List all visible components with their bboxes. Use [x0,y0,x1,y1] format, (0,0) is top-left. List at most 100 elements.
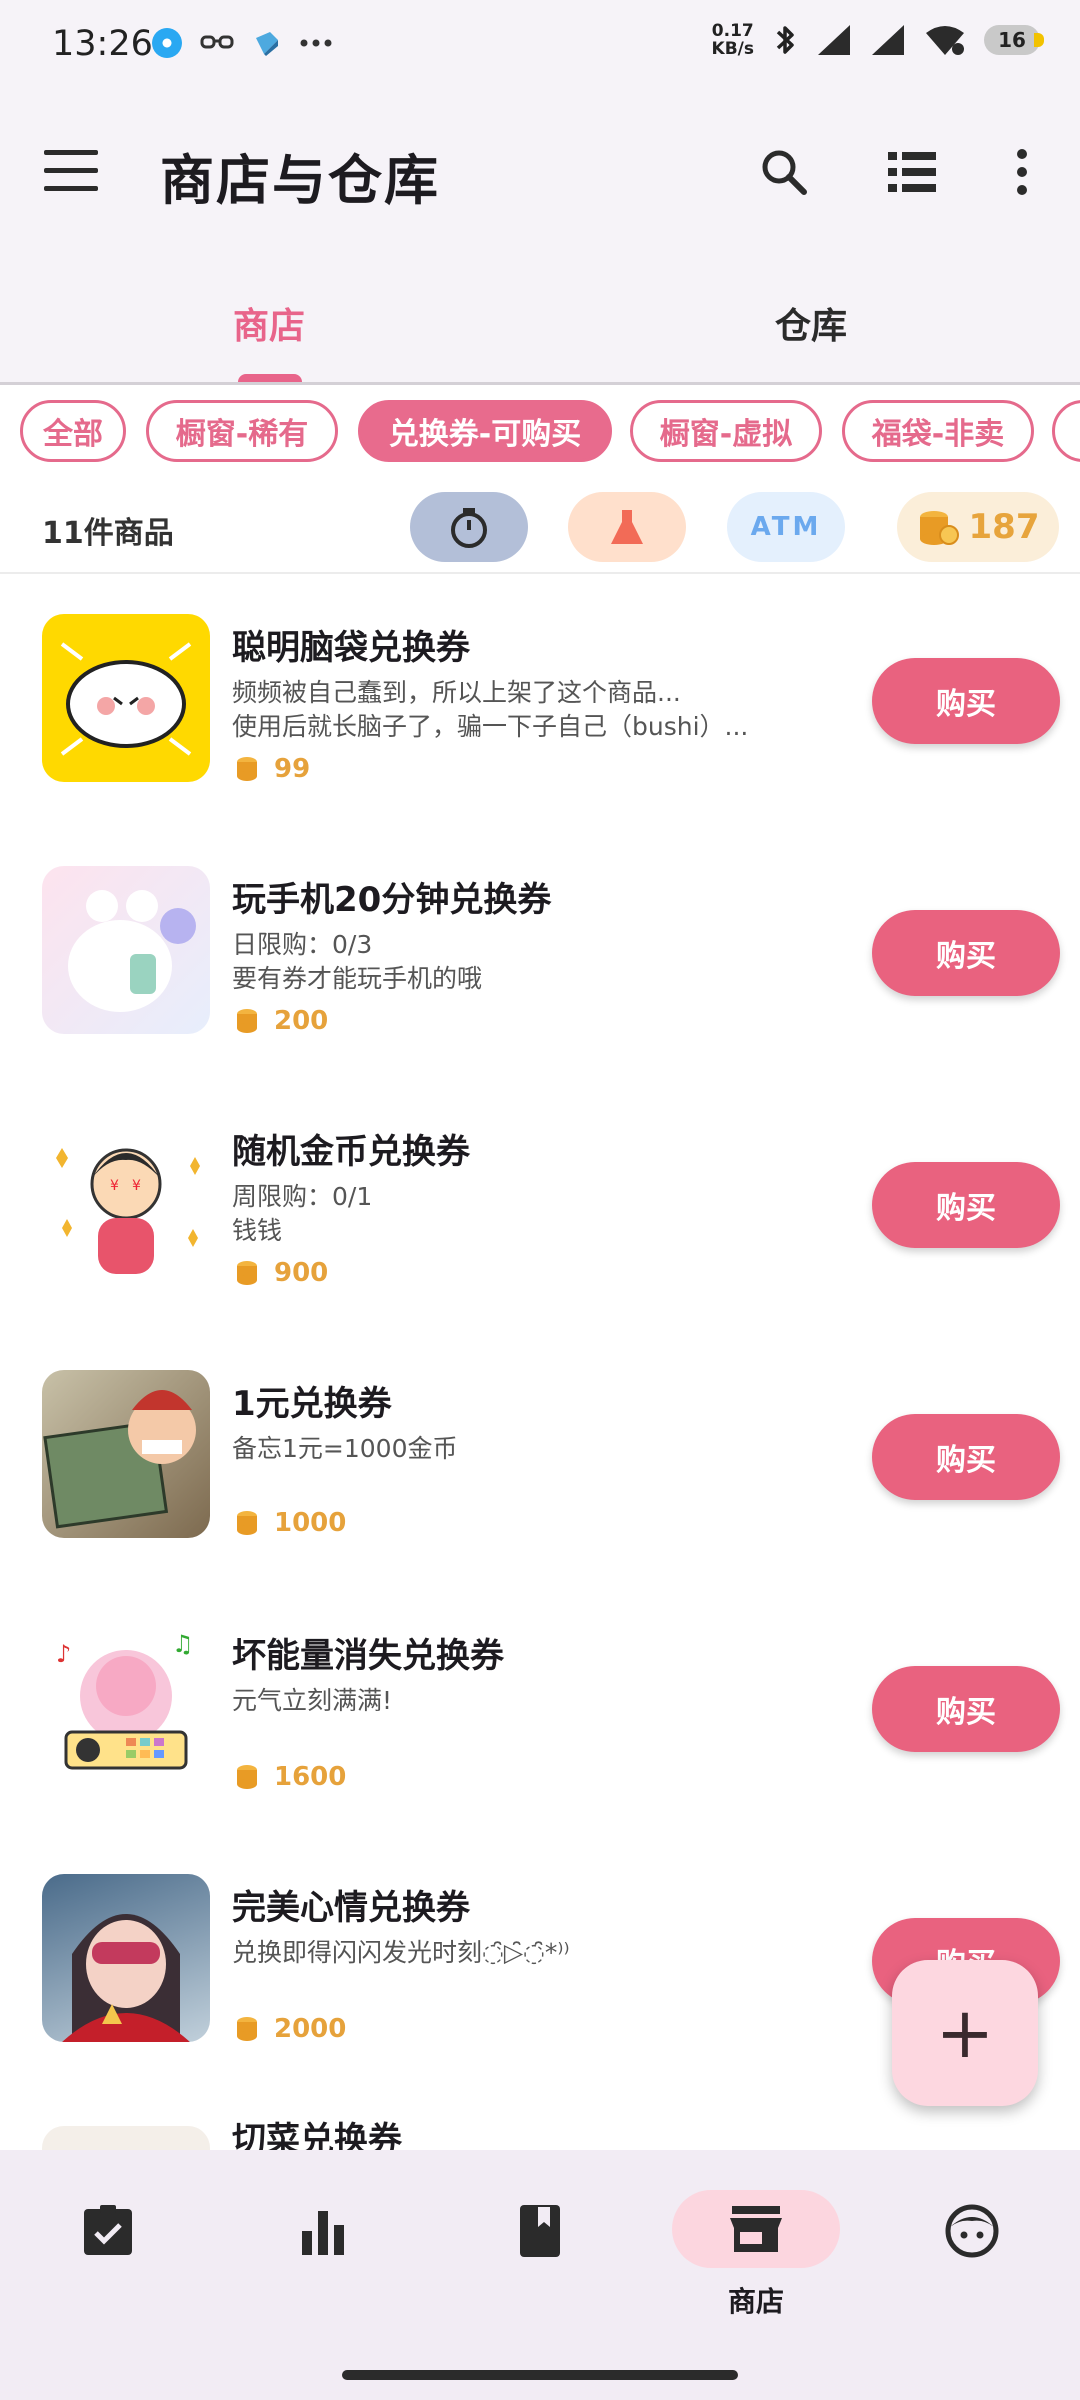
nav-item-profile[interactable] [864,2190,1080,2320]
store-icon [730,2206,782,2252]
menu-icon[interactable] [44,150,98,194]
net-speed-value: 0.17 [711,21,754,41]
tab-warehouse[interactable]: 仓库 [775,297,847,349]
chip-showcase-virtual[interactable]: 橱窗-虚拟 [630,400,822,462]
more-notifications-icon [300,39,332,47]
product-price: 1000 [234,1508,346,1538]
status-bar: 13:26 0.17 KB/s 16 [0,0,1080,92]
description-line: 日限购：0/3 [232,930,373,959]
svg-text:¥: ¥ [110,1178,119,1194]
price-value: 1600 [274,1762,347,1792]
tab-bar: 商店 仓库 [0,252,1080,385]
page-title: 商店与仓库 [160,149,440,212]
product-name: 玩手机20分钟兑换券 [232,880,552,920]
list-item[interactable]: 聪明脑袋兑换券 频频被自己蠢到，所以上架了这个商品... 使用后就长脑子了，骗一下… [0,574,1080,826]
add-fab-button[interactable]: + [892,1960,1038,2106]
nav-item-tasks[interactable] [0,2190,216,2320]
wifi-icon [926,26,964,55]
chip-all[interactable]: 全部 [20,400,126,462]
buy-button[interactable]: 购买 [872,910,1060,996]
coin-icon [237,757,257,781]
price-value: 200 [274,1006,329,1036]
buy-button[interactable]: 购买 [872,1666,1060,1752]
signal-icon [818,25,850,55]
more-vert-icon[interactable] [1006,144,1062,200]
product-price: 2000 [234,2014,346,2044]
list-item[interactable]: ¥ ¥ 随机金币兑换券 周限购：0/1 钱钱 900 购买 [0,1078,1080,1330]
nav-item-stats[interactable] [216,2190,432,2320]
product-thumbnail: ♪ ♫ [42,1622,210,1790]
chip-showcase-rare[interactable]: 橱窗-稀有 [146,400,338,462]
product-thumbnail [42,614,210,782]
notification-icons [152,28,332,58]
nav-label: 商店 [727,2285,784,2318]
nav-pill [24,2190,192,2272]
task-check-icon [84,2205,132,2255]
coin-icon [237,1009,257,1033]
app-bar: 商店与仓库 [0,92,1080,252]
net-speed: 0.17 KB/s [712,22,754,58]
svg-text:¥: ¥ [132,1178,141,1194]
coin-balance[interactable]: 187 [897,492,1059,562]
flask-icon [611,510,643,544]
product-price: 1600 [234,1762,346,1792]
product-thumbnail [42,2126,210,2150]
product-list: 聪明脑袋兑换券 频频被自己蠢到，所以上架了这个商品... 使用后就长脑子了，骗一下… [0,574,1080,2150]
product-thumbnail: ¥ ¥ [42,1118,210,1286]
coin-icon [237,1261,257,1285]
summary-row: 11件商品 ATM 187 [0,486,1080,570]
description-line: 使用后就长脑子了，骗一下子自己（bushi）... [232,712,749,741]
product-description: 日限购：0/3 要有券才能玩手机的哦 [232,928,752,996]
nav-pill [672,2190,840,2268]
coin-stack-icon [919,511,959,545]
chip-voucher-buyable[interactable]: 兑换券-可购买 [358,400,612,462]
list-item[interactable]: ♪ ♫ 坏能量消失兑换券 元气立刻满满! 1600 购买 [0,1582,1080,1834]
nav-pill [888,2190,1056,2272]
coin-balance-value: 187 [968,507,1040,547]
glasses-icon [200,35,234,49]
filter-chips: 全部 橱窗-稀有 兑换券-可购买 橱窗-虚拟 福袋-非卖 [0,400,1080,468]
description-line: 周限购：0/1 [232,1182,373,1211]
chip-luckybag-nonsale[interactable]: 福袋-非卖 [842,400,1034,462]
list-item[interactable]: 1元兑换券 备忘1元=1000金币 1000 购买 [0,1330,1080,1582]
buy-button[interactable]: 购买 [872,658,1060,744]
product-description: 兑换即得闪闪发光时刻◌̑̑▷̑̑◌̑̑*⁾⁾ [232,1936,752,1970]
product-thumbnail [42,1370,210,1538]
product-name: 切菜兑换券 [232,2120,402,2150]
product-price: 99 [234,754,310,784]
timer-icon [451,508,487,548]
list-item[interactable]: 玩手机20分钟兑换券 日限购：0/3 要有券才能玩手机的哦 200 购买 [0,826,1080,1078]
home-indicator [342,2370,738,2380]
price-value: 99 [274,754,311,784]
product-thumbnail [42,866,210,1034]
timer-button[interactable] [410,492,528,562]
buy-button[interactable]: 购买 [872,1414,1060,1500]
nav-item-notes[interactable] [432,2190,648,2320]
chip-more[interactable] [1052,400,1080,462]
bookmark-icon [520,2205,560,2257]
price-value: 1000 [274,1508,347,1538]
product-name: 完美心情兑换券 [232,1888,470,1928]
net-speed-unit: KB/s [711,39,754,59]
description-line: 备忘1元=1000金币 [232,1434,458,1463]
buy-button[interactable]: 购买 [872,1162,1060,1248]
coin-icon [237,1511,257,1535]
list-icon[interactable] [884,144,940,200]
bluetooth-icon [776,26,794,54]
signal-2-icon [872,25,904,55]
app-box-icon [256,32,278,56]
price-value: 2000 [274,2014,347,2044]
search-icon[interactable] [756,144,812,200]
tab-shop[interactable]: 商店 [233,297,305,349]
product-name: 随机金币兑换券 [232,1132,470,1172]
atm-button[interactable]: ATM [727,492,845,562]
description-line: 要有券才能玩手机的哦 [232,964,483,993]
face-icon [945,2204,999,2258]
coin-icon [237,1765,257,1789]
product-name: 聪明脑袋兑换券 [232,628,470,668]
bar-chart-icon [302,2211,344,2255]
app-notification-icon [152,28,182,58]
nav-item-shop[interactable]: 商店 [648,2190,864,2320]
product-price: 900 [234,1258,328,1288]
flask-button[interactable] [568,492,686,562]
